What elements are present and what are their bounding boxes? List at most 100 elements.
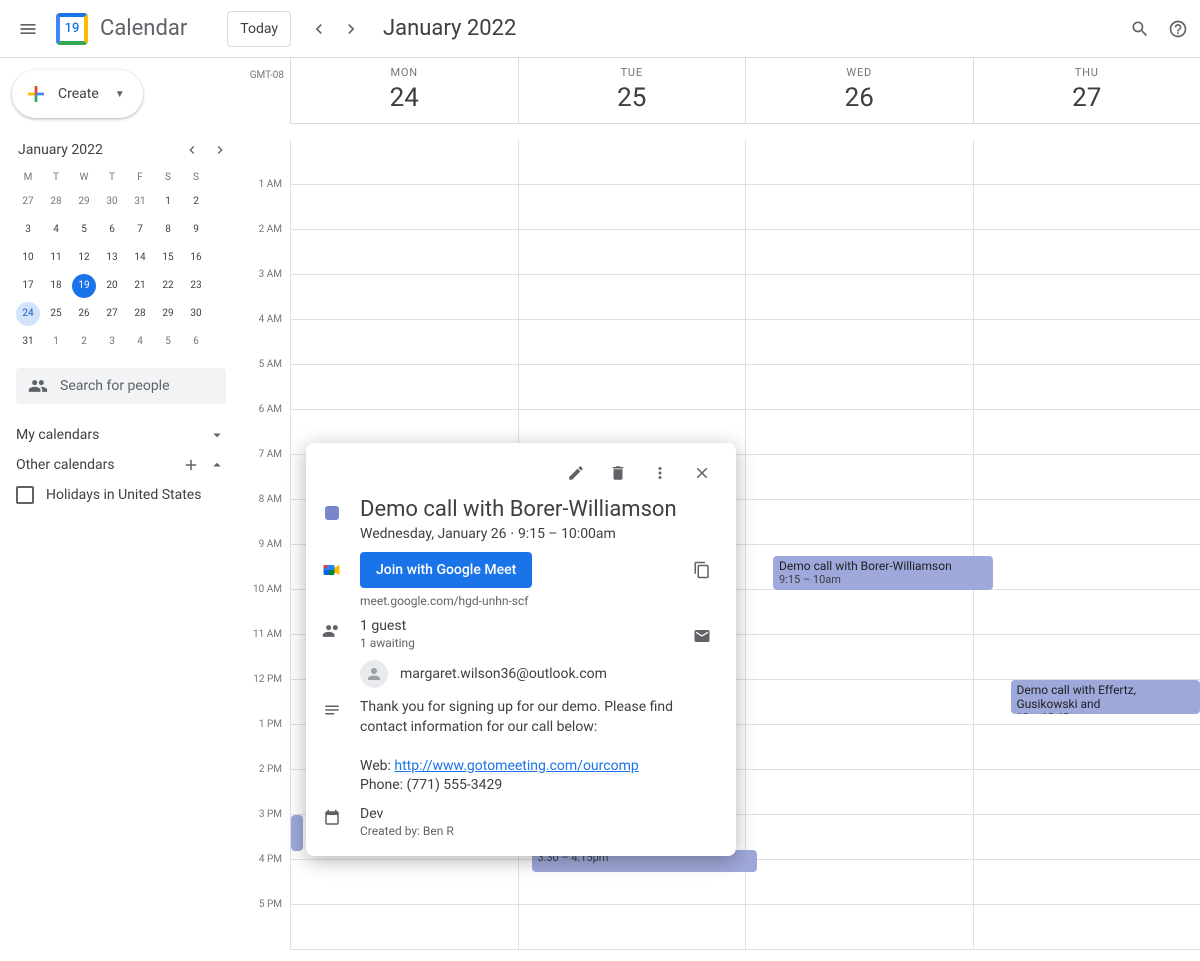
grid-cell[interactable] <box>290 365 518 409</box>
mini-day-cell[interactable]: 28 <box>44 190 68 214</box>
create-button[interactable]: Create ▼ <box>12 70 143 118</box>
grid-cell[interactable] <box>973 725 1200 769</box>
grid-cell[interactable] <box>290 185 518 229</box>
today-button[interactable]: Today <box>227 11 291 47</box>
mini-day-cell[interactable]: 2 <box>184 190 208 214</box>
mini-day-cell[interactable]: 17 <box>16 274 40 298</box>
grid-cell[interactable] <box>745 365 973 409</box>
grid-cell[interactable] <box>518 905 746 949</box>
grid-cell[interactable] <box>290 860 518 904</box>
search-people-input[interactable]: Search for people <box>16 368 226 404</box>
grid-cell[interactable] <box>973 635 1200 679</box>
grid-cell[interactable] <box>973 410 1200 454</box>
mini-day-cell[interactable]: 19 <box>72 274 96 298</box>
mini-day-cell[interactable]: 13 <box>100 246 124 270</box>
app-logo[interactable]: 19 Calendar <box>52 9 187 49</box>
mini-prev-button[interactable] <box>180 138 204 162</box>
grid-cell[interactable] <box>518 275 746 319</box>
grid-cell[interactable] <box>518 185 746 229</box>
grid-cell[interactable] <box>973 905 1200 949</box>
grid-cell[interactable] <box>290 905 518 949</box>
day-header[interactable]: THU27 <box>973 58 1200 123</box>
mini-day-cell[interactable]: 8 <box>156 218 180 242</box>
mini-day-cell[interactable]: 6 <box>184 330 208 354</box>
grid-cell[interactable] <box>973 365 1200 409</box>
my-calendars-toggle[interactable]: My calendars <box>12 420 242 450</box>
grid-cell[interactable] <box>973 590 1200 634</box>
delete-event-button[interactable] <box>600 455 636 491</box>
mini-day-cell[interactable]: 30 <box>184 302 208 326</box>
grid-cell[interactable] <box>973 275 1200 319</box>
grid-cell[interactable] <box>745 590 973 634</box>
grid-cell[interactable] <box>518 320 746 364</box>
grid-cell[interactable] <box>745 275 973 319</box>
mini-day-cell[interactable]: 30 <box>100 190 124 214</box>
event-mon-partial[interactable] <box>291 815 303 851</box>
copy-meet-link-button[interactable] <box>684 552 720 588</box>
grid-cell[interactable] <box>290 275 518 319</box>
grid-cell[interactable] <box>745 680 973 724</box>
grid-cell[interactable] <box>973 230 1200 274</box>
mini-day-cell[interactable]: 31 <box>128 190 152 214</box>
grid-cell[interactable] <box>973 455 1200 499</box>
grid-cell[interactable] <box>973 185 1200 229</box>
grid-cell[interactable] <box>518 230 746 274</box>
grid-cell[interactable] <box>745 455 973 499</box>
grid-cell[interactable] <box>973 770 1200 814</box>
mini-day-cell[interactable]: 27 <box>100 302 124 326</box>
mini-next-button[interactable] <box>208 138 232 162</box>
mini-day-cell[interactable]: 4 <box>128 330 152 354</box>
mini-day-cell[interactable]: 1 <box>156 190 180 214</box>
grid-cell[interactable] <box>745 725 973 769</box>
day-header[interactable]: WED26 <box>745 58 973 123</box>
mini-day-cell[interactable]: 18 <box>44 274 68 298</box>
mini-day-cell[interactable]: 12 <box>72 246 96 270</box>
edit-event-button[interactable] <box>558 455 594 491</box>
mini-day-cell[interactable]: 27 <box>16 190 40 214</box>
grid-cell[interactable] <box>745 860 973 904</box>
event-wed-demo[interactable]: Demo call with Borer-Williamson 9:15 – 1… <box>773 556 993 590</box>
mini-day-cell[interactable]: 29 <box>72 190 96 214</box>
email-guests-button[interactable] <box>684 618 720 654</box>
close-popup-button[interactable] <box>684 455 720 491</box>
main-menu-button[interactable] <box>8 9 48 49</box>
event-options-button[interactable] <box>642 455 678 491</box>
grid-cell[interactable] <box>973 860 1200 904</box>
day-header[interactable]: TUE25 <box>518 58 746 123</box>
grid-cell[interactable] <box>745 320 973 364</box>
mini-day-cell[interactable]: 22 <box>156 274 180 298</box>
mini-day-cell[interactable]: 26 <box>72 302 96 326</box>
mini-day-cell[interactable]: 23 <box>184 274 208 298</box>
grid-cell[interactable] <box>745 770 973 814</box>
grid-cell[interactable] <box>290 320 518 364</box>
grid-cell[interactable] <box>973 545 1200 589</box>
mini-day-cell[interactable]: 31 <box>16 330 40 354</box>
support-button[interactable] <box>1168 9 1188 49</box>
guest-row[interactable]: margaret.wilson36@outlook.com <box>360 660 666 688</box>
mini-day-cell[interactable]: 3 <box>16 218 40 242</box>
mini-day-cell[interactable]: 5 <box>72 218 96 242</box>
mini-day-cell[interactable]: 24 <box>16 302 40 326</box>
grid-cell[interactable] <box>518 365 746 409</box>
grid-cell[interactable] <box>745 905 973 949</box>
mini-day-cell[interactable]: 29 <box>156 302 180 326</box>
mini-day-cell[interactable]: 25 <box>44 302 68 326</box>
grid-cell[interactable] <box>518 140 746 184</box>
grid-cell[interactable] <box>973 140 1200 184</box>
join-meet-button[interactable]: Join with Google Meet <box>360 552 532 588</box>
grid-cell[interactable] <box>290 140 518 184</box>
checkbox-unchecked-icon[interactable] <box>16 486 34 504</box>
mini-day-cell[interactable]: 3 <box>100 330 124 354</box>
mini-day-cell[interactable]: 15 <box>156 246 180 270</box>
grid-cell[interactable] <box>745 230 973 274</box>
mini-day-cell[interactable]: 5 <box>156 330 180 354</box>
description-web-link[interactable]: http://www.gotomeeting.com/ourcomp <box>394 758 638 774</box>
grid-cell[interactable] <box>745 635 973 679</box>
mini-day-cell[interactable]: 9 <box>184 218 208 242</box>
grid-cell[interactable] <box>290 230 518 274</box>
mini-day-cell[interactable]: 7 <box>128 218 152 242</box>
mini-day-cell[interactable]: 10 <box>16 246 40 270</box>
prev-period-button[interactable] <box>303 13 335 45</box>
other-calendars-toggle[interactable]: Other calendars <box>12 450 242 480</box>
add-other-calendar-button[interactable] <box>182 456 200 474</box>
